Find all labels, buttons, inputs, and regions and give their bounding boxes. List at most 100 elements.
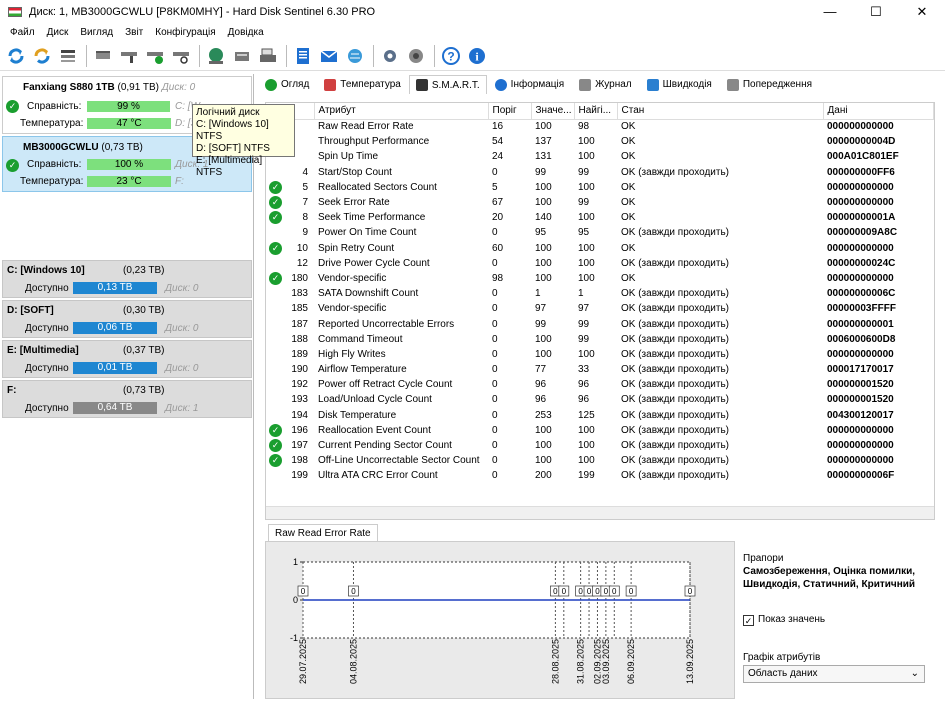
x-tick-label: 28.08.2025 xyxy=(550,639,560,684)
report-icon[interactable] xyxy=(291,44,314,67)
graph-panel: 1 0 -1 0 0 0 0 0 0 0 0 0 0 0 29.07.2025 04.08.2025 28.08… xyxy=(265,541,735,699)
volume-card-d[interactable]: D: [SOFT] (0,30 TB) Доступно 0,06 TB Диск… xyxy=(2,300,252,338)
cell-thr: 0 xyxy=(488,362,531,377)
disk-ok-icon[interactable] xyxy=(143,44,166,67)
col-header-attribute[interactable]: Атрибут xyxy=(314,103,489,120)
cell-text: 100 xyxy=(535,257,552,269)
cell-text: 194 xyxy=(291,409,308,421)
table-row[interactable]: ✓ 10 Spin Retry Count 60 100 100 OK 00000000000… xyxy=(266,241,934,256)
cell-text: Power On Time Count xyxy=(318,227,417,239)
gear-icon[interactable] xyxy=(378,44,401,67)
cell-text: 100 xyxy=(535,348,552,360)
list-icon[interactable] xyxy=(56,44,79,67)
volume-card-c[interactable]: C: [Windows 10] (0,23 TB) Доступно 0,13 T… xyxy=(2,260,252,298)
menu-view[interactable]: Вигляд xyxy=(74,27,119,38)
table-row[interactable]: Spin Up Time 24 131 100 OK 000A01C801EF xyxy=(266,149,934,164)
checkbox-check-icon[interactable]: ✓ xyxy=(743,615,754,626)
col-header-value[interactable]: Значе... xyxy=(531,103,575,120)
help-icon[interactable]: ? xyxy=(439,44,462,67)
cell-text: 00000000006F xyxy=(827,470,895,482)
cell-attr: High Fly Writes xyxy=(314,347,488,362)
tab-4[interactable]: Журнал xyxy=(572,75,639,94)
table-row[interactable]: 9 Power On Time Count 0 95 95 OK (завжди прох… xyxy=(266,225,934,240)
menu-report[interactable]: Звіт xyxy=(119,27,149,38)
table-row[interactable]: 190 Airflow Temperature 0 77 33 OK (завжди пр… xyxy=(266,362,934,377)
table-row[interactable]: 194 Disk Temperature 0 253 125 OK (завжди про… xyxy=(266,408,934,423)
cell-attr: Seek Time Performance xyxy=(314,210,488,225)
volume-card-e[interactable]: E: [Multimedia] (0,37 TB) Доступно 0,01 T… xyxy=(2,340,252,378)
cell-val: 77 xyxy=(531,362,574,377)
volume-card-f[interactable]: F: (0,73 TB) Доступно 0,64 TB Диск: 1 xyxy=(2,380,252,418)
printer-icon[interactable] xyxy=(256,44,279,67)
table-row[interactable]: 12 Drive Power Cycle Count 0 100 100 OK (завж… xyxy=(266,256,934,271)
table-row[interactable]: 187 Reported Uncorrectable Errors 0 99 99 OK … xyxy=(266,316,934,331)
cell-text: 96 xyxy=(535,394,547,406)
tab-6[interactable]: Попередження xyxy=(720,75,819,94)
info-icon[interactable]: i xyxy=(465,44,488,67)
cell-text: 100 xyxy=(578,181,595,193)
table-row[interactable]: ✓ 7 Seek Error Rate 67 100 99 OK 000000000000 xyxy=(266,195,934,210)
web-icon[interactable] xyxy=(343,44,366,67)
maximize-button[interactable]: ☐ xyxy=(853,0,899,23)
cell-state: OK (завжди проходить) xyxy=(617,225,823,240)
mail-icon[interactable] xyxy=(317,44,340,67)
backup-icon[interactable] xyxy=(230,44,253,67)
table-row[interactable]: 185 Vendor-specific 0 97 97 OK (завжди проход… xyxy=(266,301,934,316)
table-row[interactable]: Raw Read Error Rate 16 100 98 OK 000000000000 xyxy=(266,119,934,134)
disk-test-icon[interactable] xyxy=(91,44,114,67)
disk-surface-icon[interactable] xyxy=(117,44,140,67)
col-header-state[interactable]: Стан xyxy=(617,103,824,120)
cell-worst: 100 xyxy=(574,180,617,195)
show-values-checkbox[interactable]: ✓ Показ значень xyxy=(743,614,825,626)
table-row[interactable]: ✓ 5 Reallocated Sectors Count 5 100 100 OK 0000… xyxy=(266,180,934,195)
cell-text: 0 xyxy=(492,470,498,482)
disk-search-icon[interactable] xyxy=(169,44,192,67)
menu-config[interactable]: Конфігурація xyxy=(149,27,221,38)
cell-text: 0 xyxy=(492,409,498,421)
tab-5[interactable]: Швидкодія xyxy=(640,75,719,94)
table-row[interactable]: ✓ 198 Off-Line Uncorrectable Sector Count 0… xyxy=(266,453,934,468)
col-header-threshold[interactable]: Поріг xyxy=(488,103,532,120)
table-row[interactable]: ✓ 8 Seek Time Performance 20 140 100 OK 0000000… xyxy=(266,210,934,225)
menu-disk[interactable]: Диск xyxy=(41,27,75,38)
refresh-all-icon[interactable] xyxy=(30,44,53,67)
tab-1[interactable]: Температура xyxy=(317,75,408,94)
col-header-data[interactable]: Дані xyxy=(823,103,934,120)
tab-2[interactable]: S.M.A.R.T. xyxy=(408,75,487,94)
table-row[interactable]: 4 Start/Stop Count 0 99 99 OK (завжди проходи… xyxy=(266,165,934,180)
x-tick-label: 03.09.2025 xyxy=(601,639,611,684)
network-icon[interactable] xyxy=(204,44,227,67)
tooltip-line: C: [Windows 10] NTFS xyxy=(196,119,269,142)
attr-graph-select[interactable]: Область даних ⌄ xyxy=(743,665,925,683)
table-row[interactable]: Throughput Performance 54 137 100 OK 00000000… xyxy=(266,134,934,149)
table-row[interactable]: 189 High Fly Writes 0 100 100 OK (завжди прох… xyxy=(266,347,934,362)
cell-id: 193 xyxy=(266,392,314,407)
minimize-button[interactable]: — xyxy=(807,0,853,23)
tab-3[interactable]: Інформація xyxy=(488,75,571,94)
table-row[interactable]: ✓ 197 Current Pending Sector Count 0 100 100 O… xyxy=(266,438,934,453)
refresh-icon[interactable] xyxy=(4,44,27,67)
cell-state: OK (завжди проходить) xyxy=(617,286,823,301)
cell-text: OK xyxy=(621,181,636,193)
cell-attr: Disk Temperature xyxy=(314,408,488,423)
table-row[interactable]: 192 Power off Retract Cycle Count 0 96 96 OK … xyxy=(266,377,934,392)
graph-tab[interactable]: Raw Read Error Rate xyxy=(268,524,378,542)
tab-0[interactable]: Огляд xyxy=(258,75,316,94)
table-row[interactable]: 193 Load/Unload Cycle Count 0 96 96 OK (завжд… xyxy=(266,392,934,407)
sound-icon[interactable] xyxy=(404,44,427,67)
menu-help[interactable]: Довідка xyxy=(222,27,270,38)
table-row[interactable]: 188 Command Timeout 0 100 99 OK (завжди прохо… xyxy=(266,332,934,347)
horizontal-scrollbar[interactable] xyxy=(266,506,934,519)
table-row[interactable]: ✓ 180 Vendor-specific 98 100 100 OK 00000000000… xyxy=(266,271,934,286)
cell-text: 00000000004D xyxy=(827,136,896,148)
table-row[interactable]: ✓ 196 Reallocation Event Count 0 100 100 OK (з… xyxy=(266,423,934,438)
menu-file[interactable]: Файл xyxy=(4,27,41,38)
cell-text: 000000000001 xyxy=(827,318,894,330)
close-button[interactable]: ✕ xyxy=(899,0,945,23)
table-row[interactable]: 183 SATA Downshift Count 0 1 1 OK (завжди про… xyxy=(266,286,934,301)
table-row[interactable]: 199 Ultra ATA CRC Error Count 0 200 199 OK (з… xyxy=(266,468,934,483)
cell-text: 199 xyxy=(578,470,595,482)
col-header-worst[interactable]: Найгі... xyxy=(574,103,618,120)
cell-text: 100 xyxy=(578,212,595,224)
cell-state: OK (завжди проходить) xyxy=(617,362,823,377)
